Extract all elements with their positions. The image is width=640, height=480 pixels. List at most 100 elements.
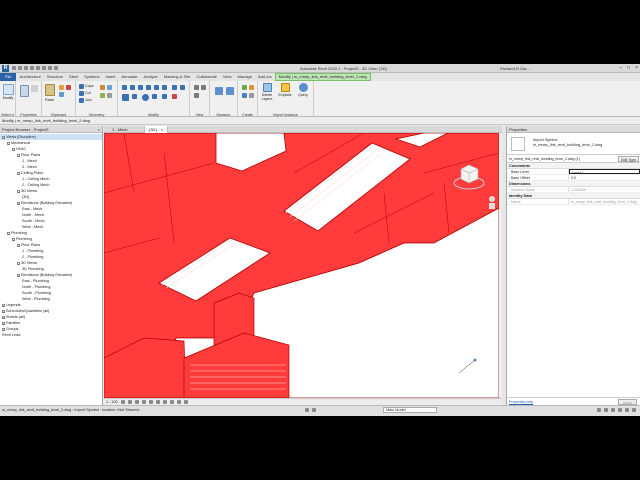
visual-style-icon[interactable] [127, 400, 132, 404]
cut-icon[interactable] [66, 85, 71, 90]
unpin-icon[interactable] [180, 85, 185, 90]
pin-icon[interactable] [172, 85, 177, 90]
3d-view-icon[interactable] [54, 66, 58, 70]
tab-collaborate[interactable]: Collaborate [193, 73, 219, 81]
view-tab-1-mech[interactable]: 1 - Mech [108, 126, 132, 133]
detail-level-icon[interactable] [120, 400, 125, 404]
offset-icon[interactable] [130, 85, 135, 90]
reveal-hidden-icon[interactable] [184, 400, 189, 404]
view-vertical-scrollbar[interactable] [499, 133, 502, 398]
wall-joins-icon[interactable] [100, 85, 105, 90]
shadows-icon[interactable] [141, 400, 146, 404]
save-icon[interactable] [18, 66, 22, 70]
tab-systems[interactable]: Systems [81, 73, 102, 81]
measure-between-icon[interactable] [215, 87, 223, 95]
print-icon[interactable] [36, 66, 40, 70]
scale-icon[interactable] [162, 94, 167, 99]
copy-icon[interactable] [59, 85, 64, 90]
property-value[interactable]: 0.0 [569, 175, 640, 180]
align-icon[interactable] [122, 85, 127, 90]
expand-icon[interactable]: + [2, 327, 5, 331]
select-links-icon[interactable] [597, 408, 601, 412]
collapse-icon[interactable]: − [2, 135, 5, 139]
navigation-bar[interactable] [488, 195, 496, 221]
array-icon[interactable] [152, 94, 157, 99]
collapse-icon[interactable]: − [12, 147, 15, 151]
collapse-icon[interactable]: − [17, 153, 20, 157]
collapse-icon[interactable]: − [7, 141, 10, 145]
collapse-icon[interactable]: − [12, 237, 15, 241]
maximize-button[interactable]: □ [627, 65, 630, 71]
rotate-icon[interactable] [142, 94, 149, 101]
view-tab-3d[interactable]: {3D} × [144, 126, 169, 133]
join-icon[interactable] [79, 98, 84, 103]
imported-dwg-geometry[interactable] [104, 133, 499, 398]
close-button[interactable]: × [635, 65, 638, 71]
3d-view-canvas[interactable] [104, 133, 499, 398]
create-assembly-icon[interactable] [242, 85, 247, 90]
instance-filter[interactable]: m_mnep_link_revit_building_level_2.dwg (… [507, 155, 640, 163]
main-model-select[interactable]: Main Model [383, 407, 437, 413]
query-button[interactable]: Query [296, 83, 310, 97]
drag-elements-icon[interactable] [625, 408, 629, 412]
collapse-icon[interactable]: − [17, 189, 20, 193]
tab-view[interactable]: View [220, 73, 235, 81]
user-name[interactable]: RichardLR.Gar... [500, 66, 530, 71]
crop-view-icon[interactable] [156, 400, 160, 404]
tab-add-ins[interactable]: Add-Ins [255, 73, 275, 81]
text-icon[interactable] [48, 66, 52, 70]
render-icon[interactable] [148, 400, 153, 404]
tab-steel[interactable]: Steel [66, 73, 81, 81]
tab-modify-context[interactable]: Modify | m_mnep_link_revit_building_leve… [274, 73, 371, 81]
show-crop-region-icon[interactable] [163, 400, 168, 404]
view-scale[interactable]: 1 : 100 [106, 400, 118, 404]
view-tab-close-button[interactable]: × [161, 127, 163, 132]
collapse-icon[interactable]: − [17, 243, 20, 247]
sun-path-icon[interactable] [134, 400, 139, 404]
collapse-icon[interactable]: − [17, 261, 20, 265]
linework-icon[interactable] [194, 93, 199, 98]
mirror-line-icon[interactable] [146, 85, 151, 90]
split-icon[interactable] [154, 85, 159, 90]
override-graphics-icon[interactable] [201, 85, 206, 90]
measure-icon[interactable] [42, 66, 46, 70]
match-type-icon[interactable] [59, 92, 64, 97]
tab-massing-site[interactable]: Massing & Site [161, 73, 194, 81]
select-by-face-icon[interactable] [618, 408, 622, 412]
temporary-hide-icon[interactable] [177, 400, 182, 404]
project-browser-close-button[interactable]: × [98, 126, 100, 133]
properties-help-link[interactable]: Properties help [509, 400, 533, 404]
select-underlay-icon[interactable] [604, 408, 608, 412]
expand-icon[interactable]: + [2, 303, 5, 307]
edit-type-button[interactable]: Edit Type [618, 156, 639, 162]
view-cube-icon[interactable] [452, 161, 486, 191]
create-group-icon[interactable] [242, 93, 247, 98]
cut-geometry-icon[interactable] [79, 91, 84, 96]
zoom-icon[interactable] [489, 203, 495, 209]
tab-analyze[interactable]: Analyze [141, 73, 161, 81]
hide-in-view-icon[interactable] [194, 85, 199, 90]
demolish-icon[interactable] [107, 93, 112, 98]
aligned-dimension-icon[interactable] [226, 87, 234, 95]
properties-icon[interactable] [20, 85, 29, 97]
move-icon[interactable] [122, 94, 129, 101]
expand-icon[interactable]: + [2, 315, 5, 319]
expand-icon[interactable]: + [2, 321, 5, 325]
tab-architecture[interactable]: Architecture [16, 73, 43, 81]
property-value[interactable]: Level 1 [569, 169, 640, 174]
lock-view-icon[interactable] [170, 400, 175, 404]
split-face-icon[interactable] [100, 93, 105, 98]
collapse-icon[interactable]: − [17, 201, 20, 205]
cope-icon[interactable] [79, 84, 84, 89]
steering-wheel-icon[interactable] [489, 196, 495, 202]
select-pinned-icon[interactable] [611, 408, 615, 412]
worksets-icon[interactable] [305, 408, 309, 412]
mirror-axis-icon[interactable] [138, 85, 143, 90]
filter-icon[interactable] [632, 408, 636, 412]
collapse-icon[interactable]: − [17, 273, 20, 277]
collapse-icon[interactable]: − [17, 171, 20, 175]
delete-icon[interactable] [172, 94, 177, 99]
file-tab[interactable]: File [0, 73, 17, 81]
paste-icon[interactable] [45, 84, 55, 96]
tree-item[interactable]: Revit Links [0, 332, 102, 338]
